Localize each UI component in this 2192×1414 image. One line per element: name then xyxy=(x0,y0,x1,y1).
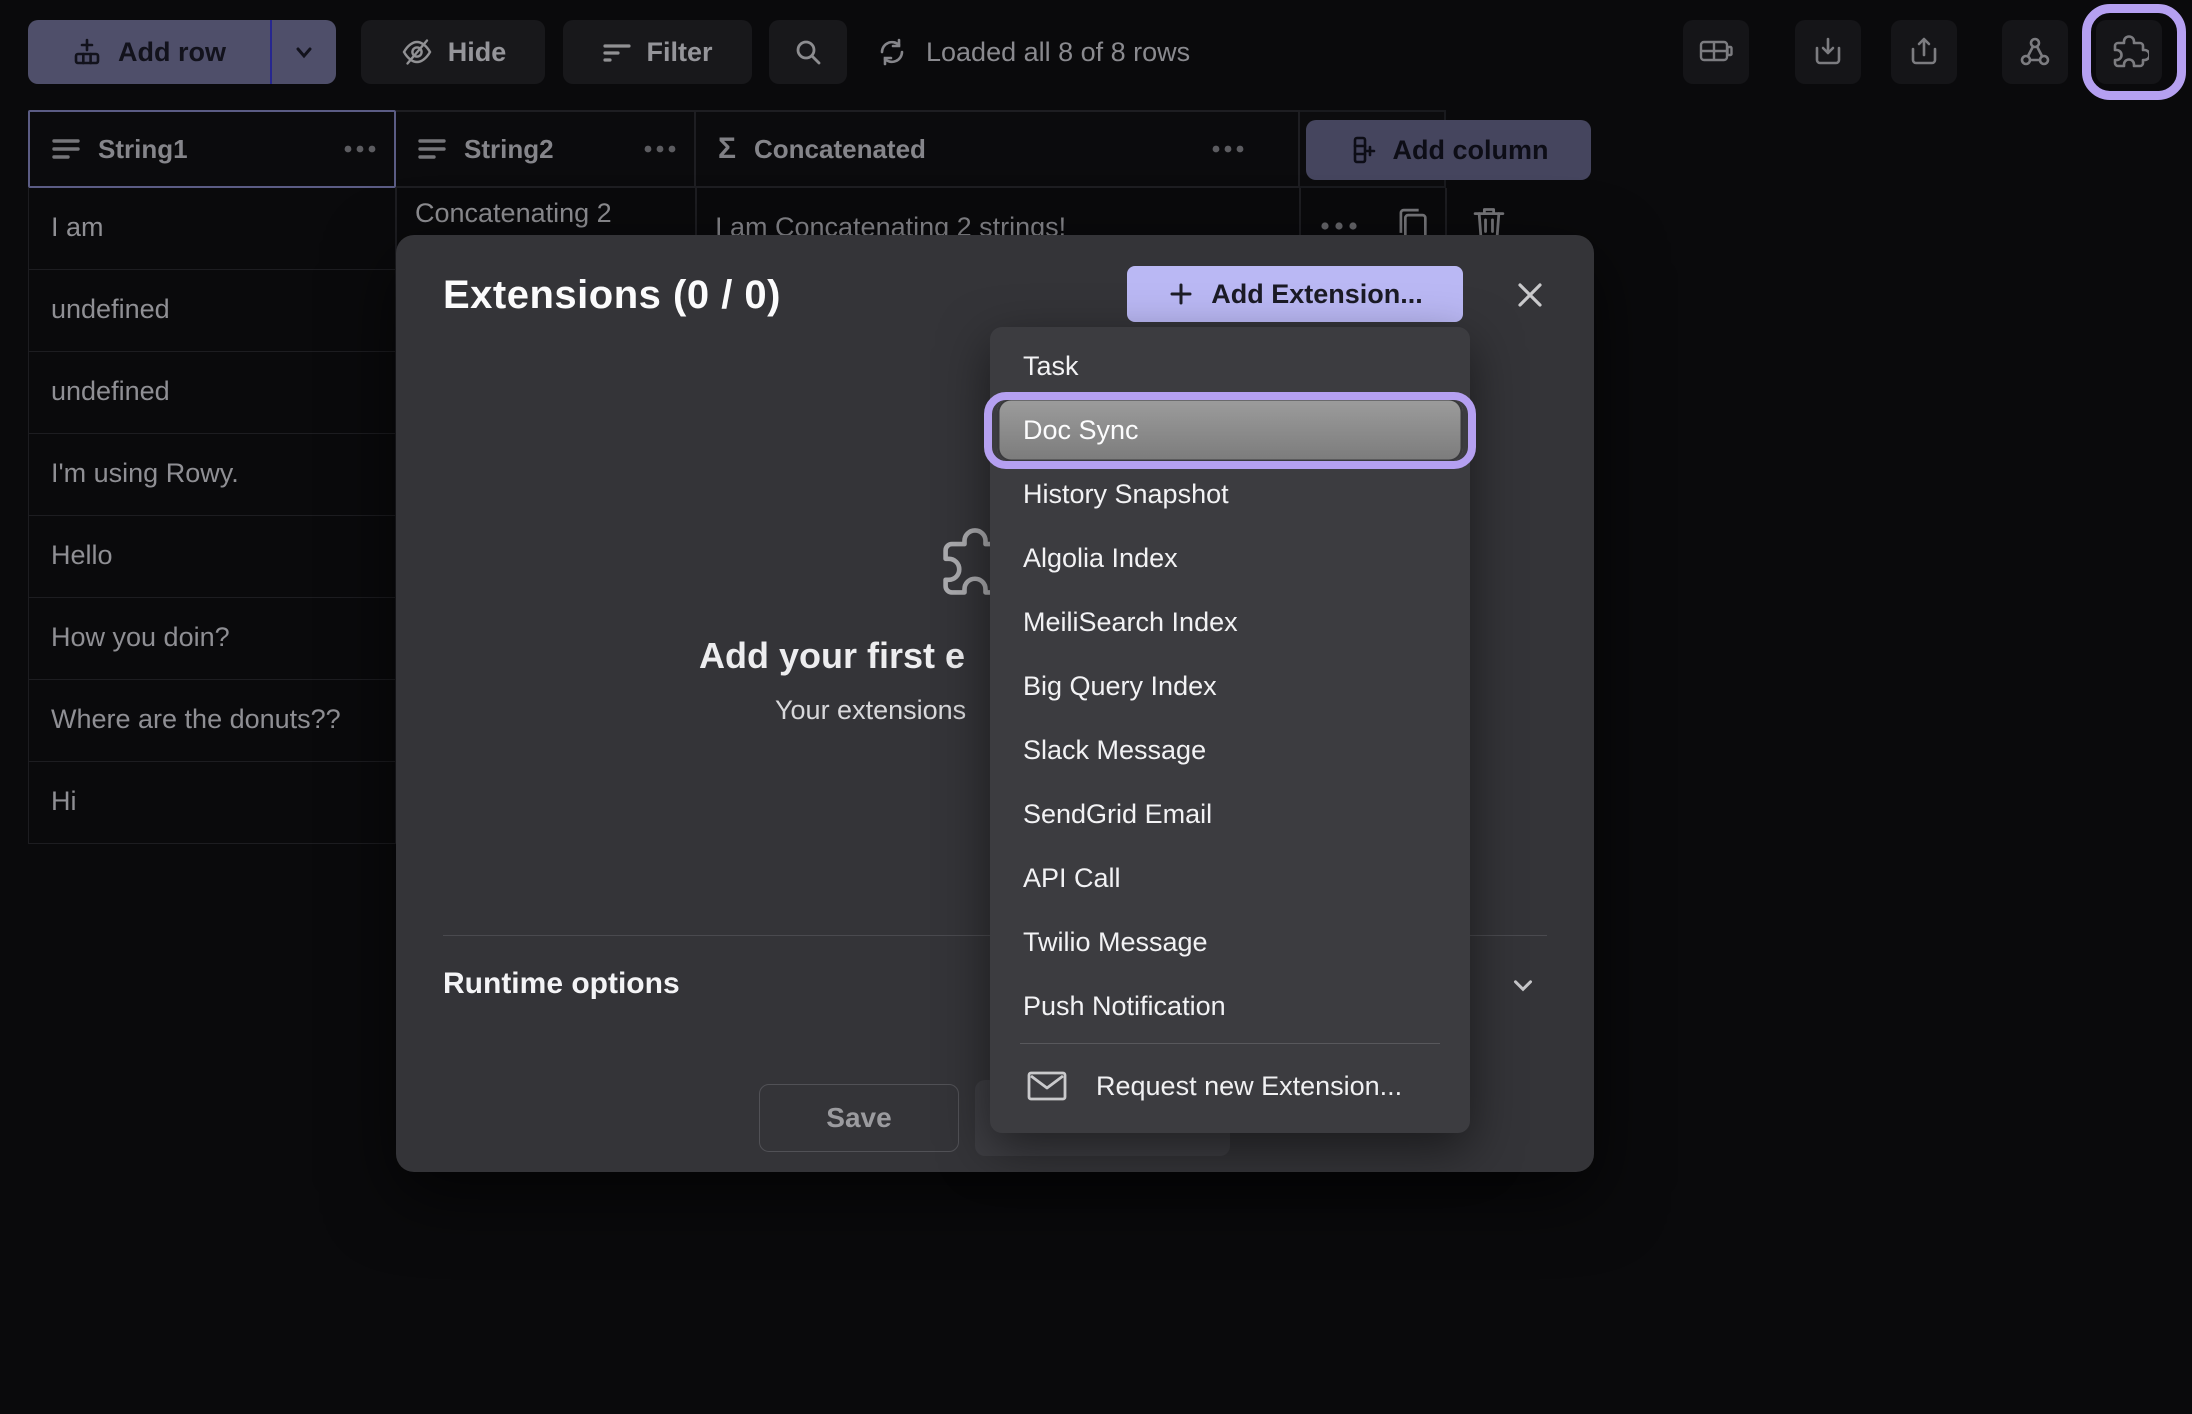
add-extension-label: Add Extension... xyxy=(1211,279,1423,310)
cell-string1: Where are the donuts?? xyxy=(51,704,341,735)
cell-string1: undefined xyxy=(51,376,170,407)
more-horiz-icon[interactable] xyxy=(1210,144,1246,154)
runtime-expand-button[interactable] xyxy=(1508,970,1538,1000)
request-extension-label: Request new Extension... xyxy=(1096,1071,1402,1102)
menu-item-history-snapshot[interactable]: History Snapshot xyxy=(990,462,1470,526)
add-row-menu-button[interactable] xyxy=(272,39,336,65)
more-horiz-icon[interactable] xyxy=(642,144,678,154)
export-button[interactable] xyxy=(1891,20,1957,84)
column-divider xyxy=(1299,188,1301,235)
menu-item-push-notification[interactable]: Push Notification xyxy=(990,974,1470,1038)
cell-string2[interactable]: Concatenating 2 xyxy=(415,198,612,229)
table-settings-button[interactable] xyxy=(1683,20,1749,84)
chevron-down-icon xyxy=(1508,970,1538,1000)
chevron-down-icon xyxy=(291,39,317,65)
search-icon xyxy=(793,37,823,67)
app-root: Add row Hide Filter Loaded all 8 of xyxy=(0,0,2192,1414)
add-row-label: Add row xyxy=(118,37,226,68)
menu-item-big-query-index[interactable]: Big Query Index xyxy=(990,654,1470,718)
menu-item-meilisearch-index[interactable]: MeiliSearch Index xyxy=(990,590,1470,654)
empty-state-title: Add your first e xyxy=(699,635,965,677)
more-horiz-icon[interactable] xyxy=(342,144,378,154)
extensions-button-highlight-ring xyxy=(2082,4,2186,100)
webhook-icon xyxy=(2017,34,2053,70)
cell-string1: Hello xyxy=(51,540,113,571)
menu-item-slack-message[interactable]: Slack Message xyxy=(990,718,1470,782)
add-row-icon xyxy=(72,37,102,67)
hide-fields-button[interactable]: Hide xyxy=(361,20,545,84)
row-count-status: Loaded all 8 of 8 rows xyxy=(876,20,1190,84)
import-icon xyxy=(1811,35,1845,69)
plus-icon xyxy=(1167,280,1195,308)
cell-string1: I'm using Rowy. xyxy=(51,458,239,489)
cell-string1: How you doin? xyxy=(51,622,230,653)
status-text: Loaded all 8 of 8 rows xyxy=(926,37,1190,68)
menu-item-sendgrid-email[interactable]: SendGrid Email xyxy=(990,782,1470,846)
column-header-string1[interactable]: String1 xyxy=(28,110,396,188)
column-header-concatenated[interactable]: Σ Concatenated xyxy=(696,110,1300,188)
filter-button[interactable]: Filter xyxy=(563,20,752,84)
column-label: String2 xyxy=(464,134,554,165)
cell-string1: I am xyxy=(51,212,104,243)
filter-label: Filter xyxy=(646,37,712,68)
add-column-icon xyxy=(1349,135,1379,165)
close-button[interactable] xyxy=(1514,279,1546,311)
mail-icon xyxy=(1026,1069,1068,1103)
sync-icon xyxy=(876,36,908,68)
menu-item-algolia-index[interactable]: Algolia Index xyxy=(990,526,1470,590)
column-label: String1 xyxy=(98,134,188,165)
short-text-icon xyxy=(52,137,80,161)
modal-title: Extensions (0 / 0) xyxy=(443,273,781,318)
column-header-string2[interactable]: String2 xyxy=(396,110,696,188)
filter-icon xyxy=(602,37,632,67)
menu-divider xyxy=(1020,1043,1440,1044)
table-icon xyxy=(1698,34,1734,70)
close-icon xyxy=(1515,280,1545,310)
webhooks-button[interactable] xyxy=(2002,20,2068,84)
eye-off-icon xyxy=(400,35,434,69)
add-column-label: Add column xyxy=(1393,135,1549,166)
menu-item-twilio-message[interactable]: Twilio Message xyxy=(990,910,1470,974)
sigma-icon: Σ xyxy=(718,132,736,166)
column-divider xyxy=(1445,188,1447,235)
export-icon xyxy=(1907,35,1941,69)
menu-item-request-new-extension[interactable]: Request new Extension... xyxy=(990,1056,1470,1116)
menu-item-api-call[interactable]: API Call xyxy=(990,846,1470,910)
column-divider xyxy=(695,188,697,235)
hide-label: Hide xyxy=(448,37,507,68)
add-row-button[interactable]: Add row xyxy=(28,20,336,84)
search-button[interactable] xyxy=(769,20,847,84)
row-more-icon[interactable] xyxy=(1318,220,1360,232)
save-button[interactable]: Save xyxy=(759,1084,959,1152)
runtime-options-label: Runtime options xyxy=(443,967,680,1001)
import-button[interactable] xyxy=(1795,20,1861,84)
menu-item-task[interactable]: Task xyxy=(990,334,1470,398)
empty-state-subtitle: Your extensions xyxy=(775,695,966,726)
doc-sync-highlight-ring xyxy=(984,392,1476,469)
cell-string1: Hi xyxy=(51,786,77,817)
add-extension-button[interactable]: Add Extension... xyxy=(1127,266,1463,322)
add-column-button[interactable]: Add column xyxy=(1306,120,1591,180)
save-label: Save xyxy=(826,1102,891,1134)
short-text-icon xyxy=(418,137,446,161)
column-label: Concatenated xyxy=(754,134,926,165)
cell-string1: undefined xyxy=(51,294,170,325)
